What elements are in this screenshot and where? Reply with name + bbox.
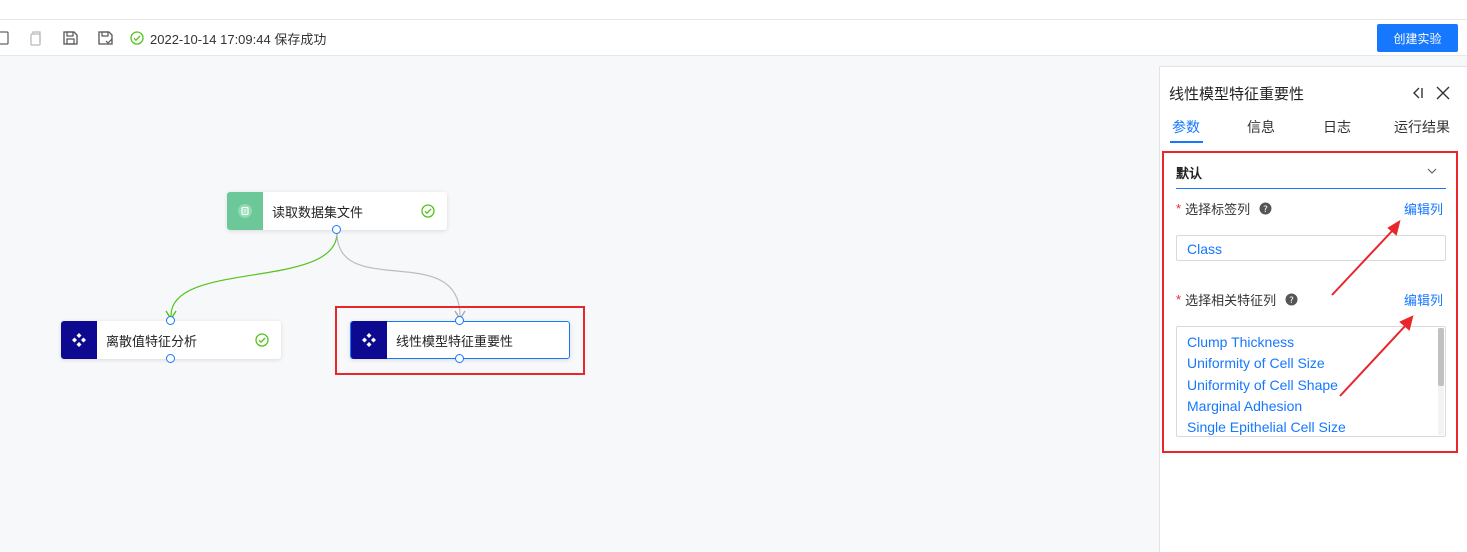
highlight-box-params <box>1162 151 1458 453</box>
tab-info[interactable]: 信息 <box>1247 117 1275 137</box>
dataset-icon <box>227 192 263 230</box>
save-icon[interactable] <box>61 29 79 47</box>
success-icon <box>421 204 435 218</box>
save-as-icon[interactable] <box>96 29 114 47</box>
check-circle-icon <box>130 31 144 45</box>
copy-icon[interactable] <box>0 29 12 47</box>
panel-tabs: 参数 信息 日志 运行结果 <box>1160 117 1467 145</box>
node-label: 离散值特征分析 <box>106 333 198 349</box>
close-icon[interactable] <box>1435 85 1451 101</box>
component-icon <box>61 321 97 359</box>
toolbar: 2022-10-14 17:09:44 保存成功 <box>0 20 1467 56</box>
save-status: 2022-10-14 17:09:44 保存成功 <box>130 29 326 47</box>
input-port[interactable] <box>166 316 175 325</box>
collapse-icon[interactable] <box>1410 85 1426 101</box>
output-port[interactable] <box>166 354 175 363</box>
tab-params[interactable]: 参数 <box>1172 117 1200 137</box>
node-label: 读取数据集文件 <box>272 204 364 220</box>
tab-results[interactable]: 运行结果 <box>1394 117 1450 137</box>
panel-title: 线性模型特征重要性 <box>1169 86 1305 103</box>
save-status-text: 2022-10-14 17:09:44 保存成功 <box>150 31 327 47</box>
success-icon <box>255 333 269 347</box>
create-experiment-button[interactable]: 创建实验 <box>1377 24 1458 52</box>
output-port[interactable] <box>332 225 341 234</box>
tab-log[interactable]: 日志 <box>1323 117 1351 137</box>
workflow-canvas[interactable] <box>0 57 1158 552</box>
paste-icon[interactable] <box>26 29 44 47</box>
tab-active-indicator <box>1170 141 1203 143</box>
top-strip <box>0 0 1467 20</box>
highlight-box-node <box>335 306 585 375</box>
